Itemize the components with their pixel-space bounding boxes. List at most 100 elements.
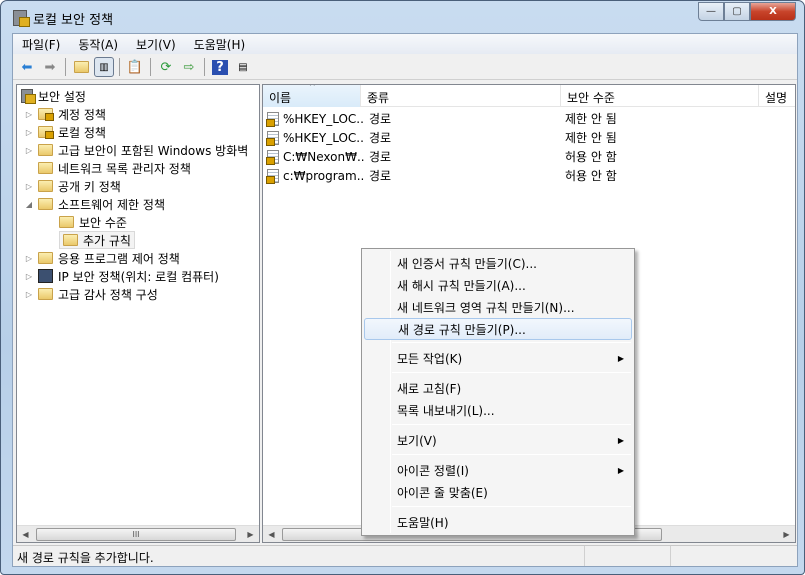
expander-icon[interactable]: ◢ [25, 200, 33, 209]
rule-type: 경로 [369, 150, 392, 164]
toolbar: ⬅ ➡ ▥ 📋 ⟳ ⇨ ? ▤ [13, 55, 797, 80]
context-menu-item[interactable]: 아이콘 줄 맞춤(E) [364, 481, 632, 503]
menu-help[interactable]: 도움말(H) [185, 36, 255, 53]
column-description[interactable]: 설명 [759, 85, 795, 107]
expander-icon[interactable]: ▷ [25, 110, 33, 119]
tree-item[interactable]: ▷ 응용 프로그램 제어 정책 [25, 249, 180, 267]
back-arrow-icon[interactable]: ⬅ [17, 57, 37, 77]
tree-root-label: 보안 설정 [38, 89, 86, 104]
menu-item-label: 보기(V) [397, 433, 437, 448]
action-pane-icon[interactable]: ▤ [233, 57, 253, 77]
menu-view[interactable]: 보기(V) [127, 36, 185, 53]
tree-item-label: 고급 감사 정책 구성 [58, 287, 158, 302]
menu-item-label: 모든 작업(K) [397, 351, 463, 366]
context-menu-item[interactable]: 새 해시 규칙 만들기(A)... [364, 274, 632, 296]
expander-icon[interactable]: ▷ [25, 272, 33, 281]
tree-item[interactable]: ▷ 계정 정책 [25, 105, 106, 123]
context-menu-item[interactable]: 새 네트워크 영역 규칙 만들기(N)... [364, 296, 632, 318]
list-header: ^ 이름 종류 보안 수준 설명 [263, 85, 795, 107]
list-row[interactable]: C:₩Nexon₩... 경로 허용 안 함 [266, 147, 787, 166]
context-menu-item[interactable]: 새로 고침(F) [364, 377, 632, 399]
folder-icon [63, 234, 78, 246]
tree-item-label: 보안 수준 [79, 215, 127, 230]
tree-item[interactable]: ▷ IP 보안 정책(위치: 로컬 컴퓨터) [25, 267, 219, 285]
window-title: 로컬 보안 정책 [33, 12, 114, 28]
minimize-button[interactable]: — [698, 2, 724, 21]
list-row[interactable]: %HKEY_LOC... 경로 제한 안 됨 [266, 109, 787, 128]
list-row[interactable]: c:₩program... 경로 허용 안 함 [266, 166, 787, 185]
tree-item-label: 소프트웨어 제한 정책 [58, 197, 165, 212]
rule-name: %HKEY_LOC... [283, 111, 365, 126]
maximize-button[interactable]: ▢ [724, 2, 750, 21]
tree-horizontal-scrollbar[interactable]: ◀ III ▶ [17, 525, 259, 542]
tree-item-label: 추가 규칙 [83, 233, 131, 248]
expander-icon[interactable]: ▷ [25, 254, 33, 263]
up-folder-icon[interactable] [71, 57, 91, 77]
menu-action[interactable]: 동작(A) [69, 36, 127, 53]
tree-item[interactable]: ▷ 고급 감사 정책 구성 [25, 285, 158, 303]
tree-pane: 보안 설정 ▷ 계정 정책 ▷ 로컬 정책 ▷ 고급 보안이 포함된 Windows 방화… [16, 84, 260, 543]
context-menu-item[interactable]: 모든 작업(K) ▶ [364, 347, 632, 369]
refresh-icon[interactable]: ⟳ [156, 57, 176, 77]
scroll-left-button[interactable]: ◀ [263, 526, 280, 542]
tree-item[interactable]: 보안 수준 [59, 213, 127, 231]
submenu-arrow-icon: ▶ [617, 353, 624, 363]
menu-item-label: 새 경로 규칙 만들기(P)... [398, 322, 526, 337]
tree-item[interactable]: ▷ 로컬 정책 [25, 123, 106, 141]
forward-arrow-icon[interactable]: ➡ [40, 57, 60, 77]
menu-separator [392, 342, 631, 343]
menu-file[interactable]: 파일(F) [13, 36, 69, 53]
tree-item-label: 응용 프로그램 제어 정책 [58, 251, 180, 266]
list-row[interactable]: %HKEY_LOC... 경로 제한 안 됨 [266, 128, 787, 147]
tree-item-label: 계정 정책 [58, 107, 106, 122]
export-list-icon[interactable]: ⇨ [179, 57, 199, 77]
expander-icon[interactable]: ▷ [25, 290, 33, 299]
scroll-left-button[interactable]: ◀ [17, 526, 34, 542]
tree-root[interactable]: 보안 설정 [21, 87, 86, 105]
column-name[interactable]: ^ 이름 [263, 85, 361, 107]
help-icon[interactable]: ? [210, 57, 230, 77]
rule-security-level: 제한 안 됨 [565, 112, 617, 126]
rule-type: 경로 [369, 131, 392, 145]
tree-item[interactable]: 네트워크 목록 관리자 정책 [25, 159, 191, 177]
context-menu-item[interactable]: 아이콘 정렬(I) ▶ [364, 459, 632, 481]
context-menu-item[interactable]: 목록 내보내기(L)... [364, 399, 632, 421]
show-hide-tree-icon[interactable]: ▥ [94, 57, 114, 77]
tree-item[interactable]: ▷ 고급 보안이 포함된 Windows 방화벽 [25, 141, 248, 159]
tree-item-label: 로컬 정책 [58, 125, 106, 140]
scroll-right-button[interactable]: ▶ [242, 526, 259, 542]
context-menu-item[interactable]: 새 경로 규칙 만들기(P)... [364, 318, 632, 340]
folder-icon [38, 180, 53, 192]
context-menu-item[interactable]: 도움말(H) [364, 511, 632, 533]
expander-icon[interactable]: ▷ [25, 182, 33, 191]
computer-icon [38, 269, 53, 283]
scroll-right-button[interactable]: ▶ [778, 526, 795, 542]
path-rule-icon [266, 130, 279, 146]
folder-icon [38, 162, 53, 174]
clipboard-icon[interactable]: 📋 [125, 57, 145, 77]
close-button[interactable]: X [750, 2, 796, 21]
folder-icon [38, 198, 53, 210]
expander-icon[interactable]: ▷ [25, 128, 33, 137]
status-bar: 새 경로 규칙을 추가합니다. [13, 545, 797, 566]
sort-ascending-icon: ^ [309, 84, 316, 91]
column-type[interactable]: 종류 [361, 85, 561, 107]
expander-icon[interactable]: ▷ [25, 146, 33, 155]
menu-item-label: 목록 내보내기(L)... [397, 403, 495, 418]
path-rule-icon [266, 168, 279, 184]
menu-bar: 파일(F) 동작(A) 보기(V) 도움말(H) [13, 34, 797, 54]
context-menu-item[interactable]: 보기(V) ▶ [364, 429, 632, 451]
tree-item[interactable]: 추가 규칙 [59, 231, 135, 249]
tree-item[interactable]: ▷ 공개 키 정책 [25, 177, 121, 195]
tree-item[interactable]: ◢ 소프트웨어 제한 정책 [25, 195, 165, 213]
tree-item-label: 고급 보안이 포함된 Windows 방화벽 [58, 143, 249, 158]
tree-item-label: 네트워크 목록 관리자 정책 [58, 161, 191, 176]
column-security-level[interactable]: 보안 수준 [561, 85, 759, 107]
rule-security-level: 허용 안 함 [565, 169, 617, 183]
menu-separator [392, 454, 631, 455]
security-policy-icon [13, 10, 30, 27]
rule-name: C:₩Nexon₩... [283, 149, 365, 164]
menu-item-label: 새로 고침(F) [397, 381, 462, 396]
scroll-thumb[interactable]: III [36, 528, 236, 541]
context-menu-item[interactable]: 새 인증서 규칙 만들기(C)... [364, 252, 632, 274]
